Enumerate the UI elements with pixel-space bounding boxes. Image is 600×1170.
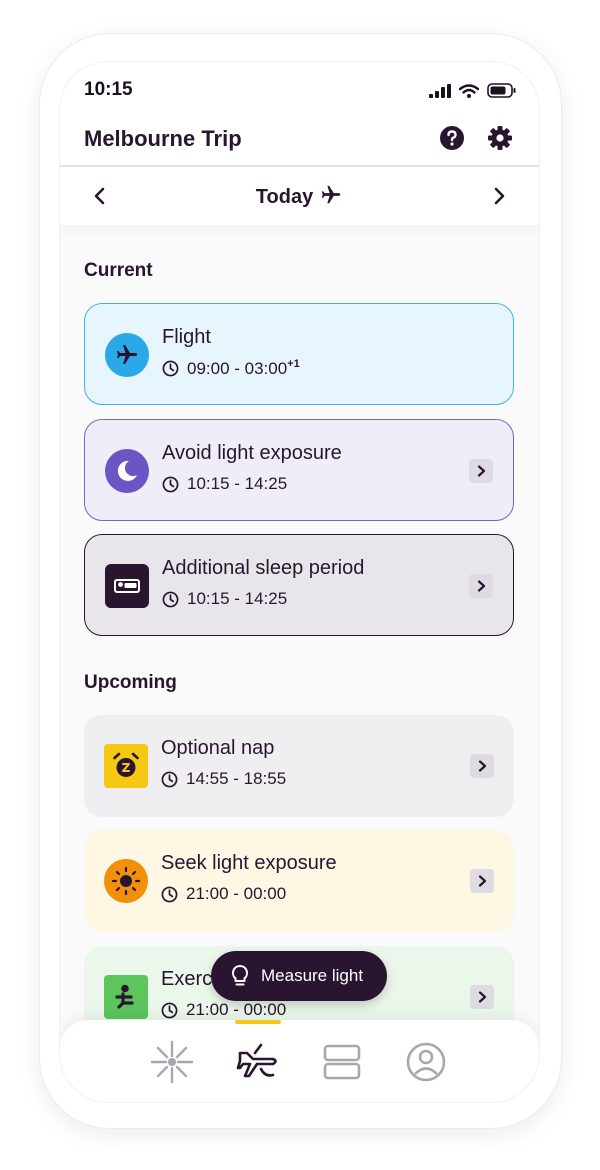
date-text: Today <box>255 186 314 208</box>
sun-icon <box>104 859 148 903</box>
page-title: Melbourne Trip <box>84 126 242 151</box>
card-time: 09:00 - 03:00 <box>187 359 288 378</box>
card-time: 14:55 - 18:55 <box>186 769 287 788</box>
chevron-right-icon <box>477 465 486 477</box>
card-chevron-button[interactable] <box>469 459 493 483</box>
alarm-clock-icon <box>104 744 148 788</box>
clock-icon <box>162 360 179 377</box>
card-time-row: 21:00 - 00:00 <box>161 884 286 904</box>
moon-icon <box>105 449 149 493</box>
measure-light-button[interactable]: Measure light <box>211 951 387 1001</box>
chevron-right-icon <box>478 760 487 772</box>
top-bar: 10:15 Melbourne Trip <box>60 62 539 166</box>
chevron-right-icon <box>477 580 486 592</box>
section-title-upcoming: Upcoming <box>84 672 177 693</box>
card-title: Seek light exposure <box>161 852 337 874</box>
clock-icon <box>162 591 179 607</box>
card-time-row: 21:00 - 00:00 <box>161 1000 286 1020</box>
airplane-icon <box>105 333 149 377</box>
card-icon-wrap <box>105 449 149 493</box>
signal-icon <box>429 83 451 98</box>
card-time-row: 14:55 - 18:55 <box>161 769 286 789</box>
nav-trip[interactable] <box>234 1038 282 1086</box>
light-icon <box>150 1040 194 1084</box>
card-time: 10:15 - 14:25 <box>187 589 288 608</box>
nav-light[interactable] <box>148 1038 196 1086</box>
activity-card-seek-light[interactable]: Seek light exposure 21:00 - 00:00 <box>84 830 514 932</box>
card-title: Flight <box>162 326 211 348</box>
card-chevron-button[interactable] <box>469 574 493 598</box>
card-icon-wrap <box>105 333 149 377</box>
trip-icon <box>236 1043 277 1078</box>
card-icon-wrap <box>104 744 148 788</box>
activity-card-sleep[interactable]: Additional sleep period 10:15 - 14:25 <box>84 534 514 636</box>
chevron-right-icon <box>478 991 487 1003</box>
card-icon-wrap <box>105 564 149 608</box>
section-title-current: Current <box>84 260 153 281</box>
activity-card-nap[interactable]: Optional nap 14:55 - 18:55 <box>84 715 514 817</box>
activity-card-flight[interactable]: Flight 09:00 - 03:00+1 <box>84 303 514 405</box>
profile-icon <box>406 1042 446 1082</box>
nav-layout[interactable] <box>318 1038 366 1086</box>
bed-icon <box>105 564 149 608</box>
card-title: Avoid light exposure <box>162 442 342 464</box>
lightbulb-icon <box>231 964 249 986</box>
app-screen: 10:15 Melbourne Trip Today Current Fligh… <box>60 62 539 1102</box>
date-navigator: Today <box>60 167 539 225</box>
chevron-right-icon <box>478 875 487 887</box>
card-title: Additional sleep period <box>162 557 365 579</box>
airplane-icon <box>322 185 341 204</box>
card-icon-wrap <box>104 859 148 903</box>
measure-light-label: Measure light <box>261 966 364 985</box>
bottom-nav <box>60 1020 539 1102</box>
battery-icon <box>487 83 516 98</box>
card-time: 10:15 - 14:25 <box>187 474 288 493</box>
date-label: Today <box>60 184 539 209</box>
active-tab-indicator <box>235 1020 281 1024</box>
exercise-icon <box>104 975 148 1019</box>
clock-icon <box>161 771 178 787</box>
status-icons <box>429 83 517 98</box>
help-circle-icon[interactable] <box>439 125 465 151</box>
card-icon-wrap <box>104 975 148 1019</box>
nav-profile[interactable] <box>402 1038 450 1086</box>
card-chevron-button[interactable] <box>470 985 494 1009</box>
clock-icon <box>162 476 179 492</box>
activity-card-avoid-light[interactable]: Avoid light exposure 10:15 - 14:25 <box>84 419 514 521</box>
clock-icon <box>161 886 178 902</box>
card-chevron-button[interactable] <box>470 869 494 893</box>
wifi-icon <box>459 83 479 98</box>
chevron-right-icon[interactable] <box>489 185 509 207</box>
card-time-row: 10:15 - 14:25 <box>162 589 287 609</box>
gear-icon[interactable] <box>487 125 513 151</box>
card-chevron-button[interactable] <box>470 754 494 778</box>
card-time: 21:00 - 00:00 <box>186 1000 287 1019</box>
status-time: 10:15 <box>84 79 133 100</box>
card-time-row: 10:15 - 14:25 <box>162 474 287 494</box>
next-day-marker: +1 <box>287 358 300 370</box>
card-time: 21:00 - 00:00 <box>186 884 287 903</box>
layout-icon <box>323 1044 361 1080</box>
clock-icon <box>161 1002 178 1018</box>
card-title: Optional nap <box>161 737 275 759</box>
card-time-row: 09:00 - 03:00+1 <box>162 358 300 379</box>
header-actions <box>439 125 513 151</box>
